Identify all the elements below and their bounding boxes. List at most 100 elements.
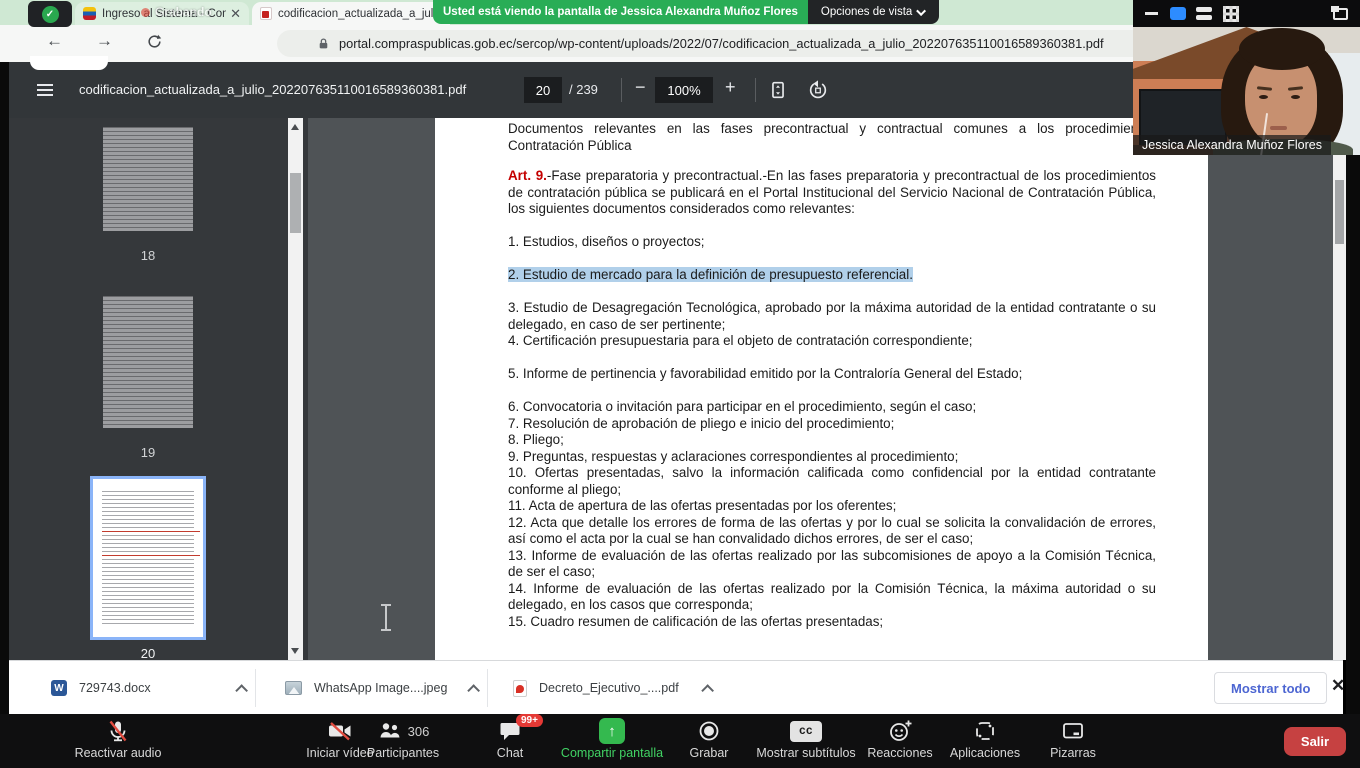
download-filename: Decreto_Ejecutivo_....pdf bbox=[539, 681, 679, 695]
record-button[interactable]: Grabar bbox=[654, 718, 764, 760]
list-item: 13. Informe de evaluación de las ofertas… bbox=[508, 548, 1156, 581]
scrollbar-thumb[interactable] bbox=[290, 173, 301, 233]
toolbar-label: Aplicaciones bbox=[950, 746, 1020, 760]
speaker-view-icon[interactable] bbox=[1196, 7, 1212, 23]
toolbar-divider bbox=[621, 78, 622, 102]
divider bbox=[255, 669, 256, 707]
zoom-in-button[interactable]: + bbox=[725, 77, 736, 98]
list-item: 11. Acta de apertura de las ofertas pres… bbox=[508, 498, 1156, 515]
thumbnail-page-18[interactable] bbox=[95, 118, 201, 240]
reactions-icon bbox=[888, 719, 913, 743]
thumbnail-page-19[interactable] bbox=[95, 287, 201, 437]
thumbnail-red-line bbox=[102, 555, 200, 556]
participants-count: 306 bbox=[408, 724, 430, 739]
scroll-down-icon[interactable] bbox=[291, 648, 299, 654]
toolbar-label: Reactivar audio bbox=[75, 746, 162, 760]
recording-shield-badge: ✓ bbox=[28, 1, 72, 27]
scrollbar-thumb[interactable] bbox=[1335, 180, 1344, 244]
article-body: -Fase preparatoria y precontractual.-En … bbox=[508, 168, 1156, 216]
download-chip-image[interactable]: WhatsApp Image....jpeg bbox=[285, 661, 476, 715]
article-9-paragraph: Art. 9.-Fase preparatoria y precontractu… bbox=[508, 168, 1156, 218]
browser-tab-pdf-active[interactable]: codificacion_actualizada_a_julio_2022 bbox=[252, 2, 450, 25]
list-item: 8. Pliego; bbox=[508, 432, 1156, 449]
popout-icon[interactable] bbox=[1333, 8, 1348, 20]
pdf-page-20[interactable]: Documentos relevantes en las fases preco… bbox=[435, 118, 1208, 660]
zoom-level-input[interactable]: 100% bbox=[655, 77, 713, 103]
list-item: 10. Ofertas presentadas, salvo la inform… bbox=[508, 465, 1156, 498]
heading-line: Documentos relevantes en las fases preco… bbox=[508, 121, 1156, 138]
selection-highlight: 2. Estudio de mercado para la definición… bbox=[508, 267, 913, 282]
share-screen-button[interactable]: ↑ Compartir pantalla bbox=[557, 718, 667, 760]
toolbar-label: Participantes bbox=[367, 746, 439, 760]
reload-icon[interactable] bbox=[146, 33, 163, 50]
person-mouth bbox=[1270, 126, 1287, 130]
chat-button[interactable]: Chat 99+ bbox=[455, 718, 565, 760]
chevron-up-icon[interactable] bbox=[468, 684, 481, 697]
chevron-up-icon[interactable] bbox=[235, 684, 248, 697]
view-options-button[interactable]: Opciones de vista bbox=[808, 0, 939, 24]
download-filename: WhatsApp Image....jpeg bbox=[314, 681, 447, 695]
whiteboard-icon bbox=[1061, 719, 1085, 743]
whiteboards-button[interactable]: Pizarras bbox=[1018, 718, 1128, 760]
list-item: 1. Estudios, diseños o proyectos; bbox=[508, 234, 1156, 251]
divider bbox=[487, 669, 488, 707]
list-item: 14. Informe de evaluación de las ofertas… bbox=[508, 581, 1156, 614]
list-item: 5. Informe de pertinencia y favorabilida… bbox=[508, 366, 1156, 383]
gallery-view-icon[interactable] bbox=[1223, 6, 1239, 22]
page-number-input[interactable]: 20 bbox=[524, 77, 562, 103]
participant-video-panel: Jessica Alexandra Muñoz Flores bbox=[1133, 0, 1360, 155]
list-item: 4. Certificación presupuestaria para el … bbox=[508, 333, 1156, 350]
pdf-favicon bbox=[260, 7, 272, 20]
download-filename: 729743.docx bbox=[79, 681, 151, 695]
sercop-favicon bbox=[83, 7, 96, 20]
padlock-icon bbox=[317, 37, 330, 51]
sidebar-scrollbar[interactable] bbox=[288, 118, 303, 660]
toolbar-label: Grabar bbox=[690, 746, 729, 760]
downloads-bar: W 729743.docx WhatsApp Image....jpeg Dec… bbox=[9, 660, 1343, 714]
scroll-up-icon[interactable] bbox=[291, 124, 299, 130]
thumbnail-label: 19 bbox=[95, 445, 201, 460]
download-chip-docx[interactable]: W 729743.docx bbox=[51, 661, 244, 715]
pdf-document-text: Documentos relevantes en las fases preco… bbox=[508, 121, 1156, 630]
heading-line: Contratación Pública bbox=[508, 138, 1156, 155]
zoom-meeting-toolbar: Reactivar audio Iniciar vídeo bbox=[0, 714, 1360, 768]
forward-icon[interactable]: → bbox=[96, 31, 113, 51]
text-cursor-ibeam bbox=[381, 603, 391, 631]
fit-page-icon[interactable] bbox=[767, 79, 789, 101]
image-file-icon bbox=[285, 681, 302, 695]
unmute-audio-button[interactable]: Reactivar audio bbox=[63, 718, 173, 760]
toolbar-label: Compartir pantalla bbox=[561, 746, 663, 760]
list-item: 15. Cuadro resumen de calificación de la… bbox=[508, 614, 1156, 631]
toolbar-label: Reacciones bbox=[867, 746, 932, 760]
thumbnail-page-20-selected[interactable] bbox=[90, 476, 206, 640]
hamburger-menu-icon[interactable] bbox=[37, 81, 53, 99]
page-total: / 239 bbox=[569, 82, 598, 97]
participants-icon bbox=[377, 720, 403, 742]
webcam-video[interactable]: Jessica Alexandra Muñoz Flores bbox=[1133, 27, 1360, 155]
tab-close-icon[interactable]: ✕ bbox=[230, 7, 241, 20]
participants-button[interactable]: 306 Participantes bbox=[348, 718, 458, 760]
pdf-main-scrollbar[interactable] bbox=[1333, 118, 1346, 660]
list-item: 3. Estudio de Desagregación Tecnológica,… bbox=[508, 300, 1156, 333]
back-icon[interactable]: ← bbox=[46, 31, 63, 51]
article-label: Art. 9. bbox=[508, 168, 547, 183]
download-chip-pdf[interactable]: Decreto_Ejecutivo_....pdf bbox=[513, 661, 710, 715]
word-file-icon: W bbox=[51, 680, 67, 696]
list-item: 9. Preguntas, respuestas y aclaraciones … bbox=[508, 449, 1156, 466]
participant-name-tag: Jessica Alexandra Muñoz Flores bbox=[1133, 135, 1331, 155]
person-hairline bbox=[1239, 28, 1325, 70]
show-all-downloads-button[interactable]: Mostrar todo bbox=[1214, 672, 1327, 704]
toolbar-label: Pizarras bbox=[1050, 746, 1096, 760]
chevron-down-icon bbox=[916, 6, 926, 16]
list-item: 6. Convocatoria o invitación para partic… bbox=[508, 399, 1156, 416]
active-view-icon[interactable] bbox=[1170, 7, 1186, 20]
thumbnail-text-lines bbox=[102, 491, 194, 625]
minimize-icon[interactable] bbox=[1145, 12, 1158, 15]
zoom-out-button[interactable]: − bbox=[635, 77, 646, 98]
close-downloads-icon[interactable]: ✕ bbox=[1331, 676, 1345, 696]
list-item-highlighted: 2. Estudio de mercado para la definición… bbox=[508, 267, 1156, 284]
leave-meeting-button[interactable]: Salir bbox=[1284, 727, 1346, 756]
chevron-up-icon[interactable] bbox=[701, 684, 714, 697]
recording-label: Grabando bbox=[155, 5, 212, 19]
rotate-ccw-icon[interactable] bbox=[807, 79, 829, 101]
